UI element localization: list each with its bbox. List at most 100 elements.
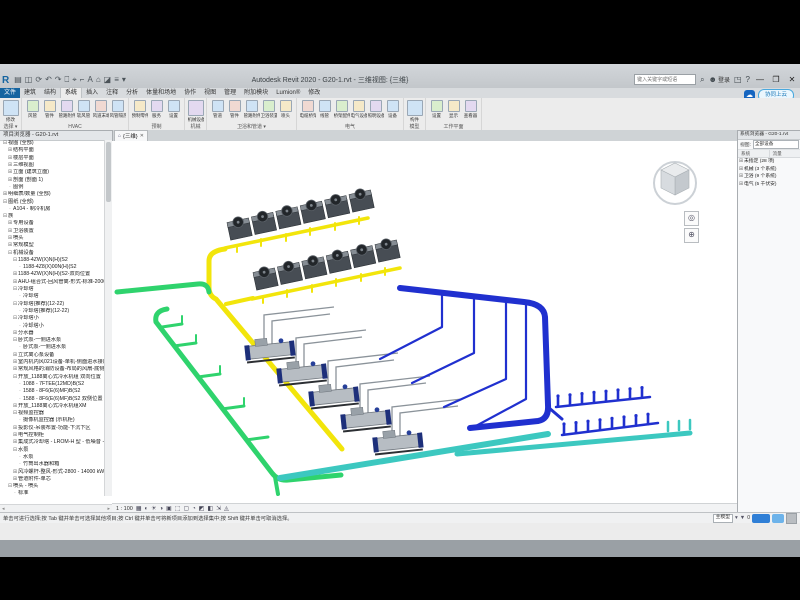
tree-item[interactable]: ⊟冷却塔(推荐)(12-22) <box>0 301 105 308</box>
column-header-流量[interactable]: 流量 <box>770 150 800 157</box>
tree-item[interactable]: ⊞专用设备 <box>0 220 105 227</box>
steering-wheel-icon[interactable]: ◎ <box>684 211 699 226</box>
tree-item[interactable]: ⊞三维视图 <box>0 162 105 169</box>
ribbon-button-管件[interactable]: 管件 <box>227 99 242 124</box>
filter-funnel-icon[interactable]: ▼ <box>740 515 745 521</box>
ribbon-button-查看器[interactable]: 查看器 <box>463 99 478 124</box>
ribbon-button-管路附件[interactable]: 管路附件 <box>59 99 74 124</box>
cooling-tower-unit[interactable] <box>226 215 252 240</box>
view-filter-select[interactable]: 全部设备 <box>753 140 799 149</box>
tree-item[interactable]: ·1588 - 8F6(E(6)MF)B(S2 <box>0 388 105 395</box>
tree-item[interactable]: ·1088 - 7FTEE(12MD)B(S2 <box>0 381 105 388</box>
tree-item[interactable]: ·1188-4Z8(X)00N(H)(S2 <box>0 264 105 271</box>
design-options-select[interactable]: 主模型 <box>713 514 733 523</box>
cooling-tower-unit[interactable] <box>301 254 327 279</box>
tree-item[interactable]: ⊞AHU-组合式-回风管离-形式-标准-2000 - 10000 CMH <box>0 279 105 286</box>
system-browser-row[interactable]: ⊞机械 (3 个系统) <box>738 166 800 174</box>
tree-item[interactable]: ·卧式泵-一侧进水泵 <box>0 344 105 351</box>
ribbon-tab-Lumion®[interactable]: Lumion® <box>272 88 304 98</box>
show-button[interactable] <box>786 513 797 524</box>
tree-item[interactable]: ⊞风冷螺杆-整风-形式-2800 - 14000 kW <box>0 468 105 475</box>
viewcube[interactable] <box>649 155 701 207</box>
tree-item[interactable]: ⊟冷却塔 <box>0 286 105 293</box>
ribbon-button-风管[interactable]: 风管 <box>25 99 40 124</box>
drawing-canvas[interactable]: ◎ ⊕ <box>112 141 737 503</box>
ribbon-button-照明设备[interactable]: 照明设备 <box>368 99 383 124</box>
tree-item[interactable]: ⊟卧式泵-一侧进水泵 <box>0 337 105 344</box>
tree-item[interactable]: ⊞楼层平面 <box>0 155 105 162</box>
cooling-tower-unit[interactable] <box>325 248 351 273</box>
tree-item[interactable]: ·竹筒出水器和箱 <box>0 461 105 468</box>
tree-item[interactable]: ⊞喷头 <box>0 235 105 242</box>
tree-item[interactable]: ⊟图纸 (全部) <box>0 198 105 205</box>
tree-item[interactable]: ⊞开放_1188离心式冷水机组XM <box>0 403 105 410</box>
tree-item[interactable]: ·图例 <box>0 184 105 191</box>
tree-item[interactable]: ⊞管道附件-单芯 <box>0 476 105 483</box>
close-view-tab-icon[interactable]: ✕ <box>140 133 144 139</box>
scale-button[interactable]: 1 : 100 <box>116 506 133 512</box>
view-tab-3d[interactable]: ⌂ {三维} ✕ <box>114 130 148 141</box>
cooling-tower-unit[interactable] <box>374 237 400 262</box>
tree-item[interactable]: ·标准 <box>0 490 105 496</box>
ribbon-tab-修改[interactable]: 修改 <box>304 88 324 98</box>
tree-item[interactable]: ⊞结构平面 <box>0 147 105 154</box>
store-icon[interactable]: ◳ <box>734 75 742 84</box>
ribbon-button-设备[interactable]: 设备 <box>385 99 400 124</box>
pump-unit[interactable] <box>308 381 360 408</box>
system-browser-row[interactable]: ⊞卫浴 (9 个系统) <box>738 173 800 181</box>
tree-item[interactable]: ⊞集成式冷却塔 - LROM-H 型 - 低噪音 - 100-175-Ch <box>0 439 105 446</box>
ribbon-tab-建筑[interactable]: 建筑 <box>20 88 40 98</box>
ribbon-button-服务[interactable]: 服务 <box>149 99 164 124</box>
tree-item[interactable]: ⊟族 <box>0 213 105 220</box>
restore-button[interactable]: ❐ <box>770 75 782 84</box>
close-button[interactable]: ✕ <box>786 75 798 84</box>
tree-item[interactable]: ⊟开放_1188离心式冷水机组 双向位置 <box>0 374 105 381</box>
column-header-系统[interactable]: 系统 <box>738 150 770 157</box>
ribbon-tab-管理[interactable]: 管理 <box>220 88 240 98</box>
ribbon-tab-体量和场地[interactable]: 体量和场地 <box>142 88 180 98</box>
system-browser-row[interactable]: ⊞电气 (5 千伏安) <box>738 181 800 189</box>
ribbon-button-喷头[interactable]: 喷头 <box>278 99 293 124</box>
tree-item[interactable]: ⊞电气控制柜 <box>0 432 105 439</box>
tree-item[interactable]: ⊞常规模型 <box>0 242 105 249</box>
ribbon-tab-附加模块[interactable]: 附加模块 <box>240 88 272 98</box>
ribbon-button-风道末端[interactable]: 风道末端 <box>93 99 108 124</box>
cooling-tower-unit[interactable] <box>251 209 277 234</box>
tree-item[interactable]: ·A104 - 制冷机房 <box>0 206 105 213</box>
scroll-left-icon[interactable]: ◂ <box>2 506 5 512</box>
ribbon-button-电气设备[interactable]: 电气设备 <box>351 99 366 124</box>
minimize-button[interactable]: — <box>754 75 766 84</box>
pump-unit[interactable] <box>372 427 424 454</box>
system-browser-title[interactable]: 系统浏览器 - G20-1.rvt <box>738 131 800 140</box>
tree-item[interactable]: ⊞立式离心泵设备 <box>0 352 105 359</box>
tree-item[interactable]: ⊟水泵 <box>0 446 105 453</box>
ribbon-button-显示[interactable]: 显示 <box>446 99 461 124</box>
scrollbar-thumb[interactable] <box>106 142 111 202</box>
tree-item[interactable]: ·冷却塔(推荐)(12-22) <box>0 308 105 315</box>
ribbon-button-线管[interactable]: 线管 <box>317 99 332 124</box>
project-browser-vscrollbar[interactable] <box>104 140 112 496</box>
ribbon-tab-分析[interactable]: 分析 <box>122 88 142 98</box>
tree-item[interactable]: ⊟视频监控器 <box>0 410 105 417</box>
cooling-tower-unit[interactable] <box>348 187 374 212</box>
selection-toggle-button[interactable] <box>752 514 770 523</box>
tree-item[interactable]: ⊟视图 (全部) <box>0 140 105 147</box>
cooling-tower-unit[interactable] <box>277 259 303 284</box>
zoom-icon[interactable]: ⊕ <box>684 228 699 243</box>
help-icon[interactable]: ? <box>746 75 750 84</box>
cooling-tower-unit[interactable] <box>350 242 376 267</box>
ribbon-tab-视图[interactable]: 视图 <box>200 88 220 98</box>
tree-item[interactable]: ·冷却塔 <box>0 293 105 300</box>
pump-unit[interactable] <box>340 404 392 431</box>
tree-item[interactable]: ⊞投影仪-吊装布置-功能-下沉下区 <box>0 425 105 432</box>
tree-item[interactable]: ⊞常规风格的消防设备-布局的风扇-底侧送风 <box>0 366 105 373</box>
ribbon-tab-结构[interactable]: 结构 <box>40 88 60 98</box>
system-browser-row[interactable]: ⊞未指定 (28 项) <box>738 158 800 166</box>
tree-item[interactable]: ⊟机械设备 <box>0 249 105 256</box>
ribbon-button-设置[interactable]: 设置 <box>429 99 444 124</box>
tree-item[interactable]: ⊞明细表/数量 (全部) <box>0 191 105 198</box>
ribbon-tab-注释[interactable]: 注释 <box>102 88 122 98</box>
ribbon-button-管路附件[interactable]: 管路附件 <box>244 99 259 124</box>
ribbon-button-卫浴装置[interactable]: 卫浴装置 <box>261 99 276 124</box>
tree-item[interactable]: ⊟冷却塔小 <box>0 315 105 322</box>
